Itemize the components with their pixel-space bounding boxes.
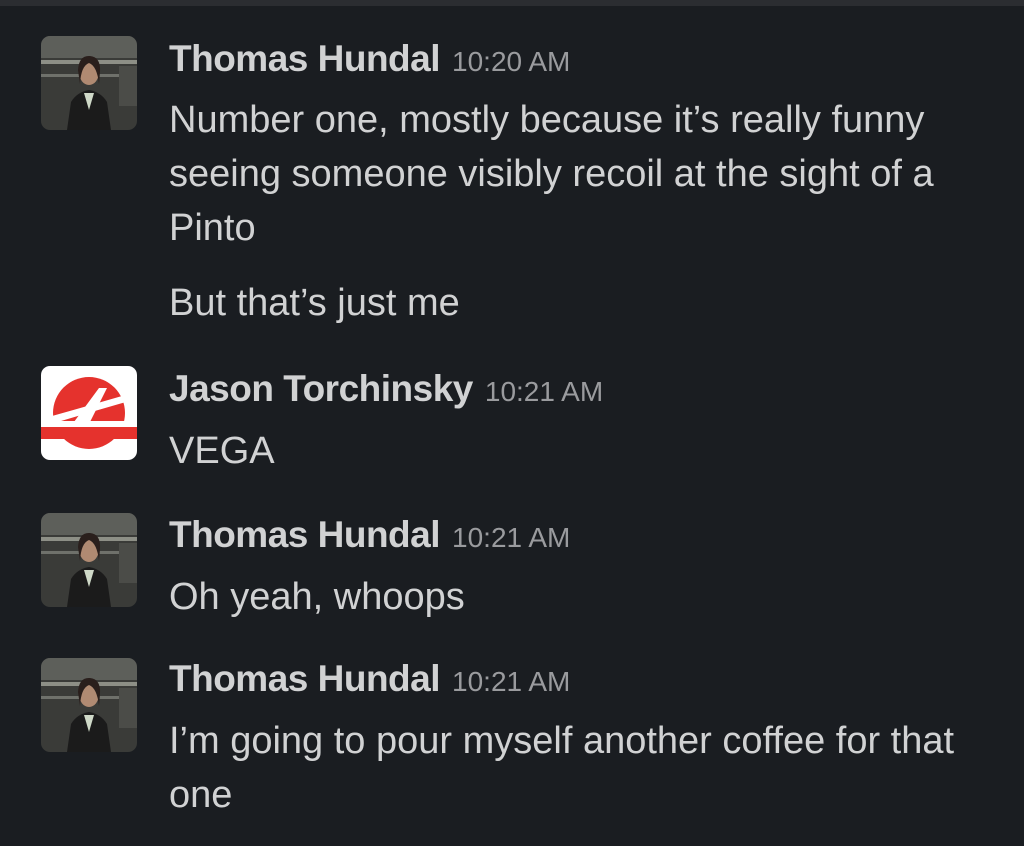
- timestamp[interactable]: 10:21 AM: [485, 376, 603, 407]
- author-name[interactable]: Thomas Hundal: [169, 514, 441, 555]
- avatar[interactable]: [41, 513, 137, 607]
- red-logo-icon: [41, 366, 137, 460]
- message-header: Thomas Hundal 10:21 AM: [169, 514, 570, 556]
- author-name[interactable]: Jason Torchinsky: [169, 368, 473, 409]
- message-text: VEGA: [169, 430, 275, 472]
- author-name[interactable]: Thomas Hundal: [169, 38, 441, 79]
- avatar[interactable]: [41, 36, 137, 130]
- message-text: But that’s just me: [169, 282, 460, 324]
- timestamp[interactable]: 10:21 AM: [452, 522, 570, 553]
- message-text: Number one, mostly because it’s really f…: [169, 99, 934, 249]
- profile-photo-icon: [41, 658, 137, 752]
- author-name[interactable]: Thomas Hundal: [169, 658, 441, 699]
- profile-photo-icon: [41, 36, 137, 130]
- avatar[interactable]: [41, 658, 137, 752]
- message-header: Jason Torchinsky 10:21 AM: [169, 368, 603, 410]
- message-header: Thomas Hundal 10:20 AM: [169, 38, 570, 80]
- timestamp[interactable]: 10:20 AM: [452, 46, 570, 77]
- top-divider: [0, 0, 1024, 6]
- message-text: Oh yeah, whoops: [169, 576, 465, 618]
- timestamp[interactable]: 10:21 AM: [452, 666, 570, 697]
- message-header: Thomas Hundal 10:21 AM: [169, 658, 570, 700]
- message-text: I’m going to pour myself another coffee …: [169, 720, 955, 816]
- profile-photo-icon: [41, 513, 137, 607]
- avatar[interactable]: [41, 366, 137, 460]
